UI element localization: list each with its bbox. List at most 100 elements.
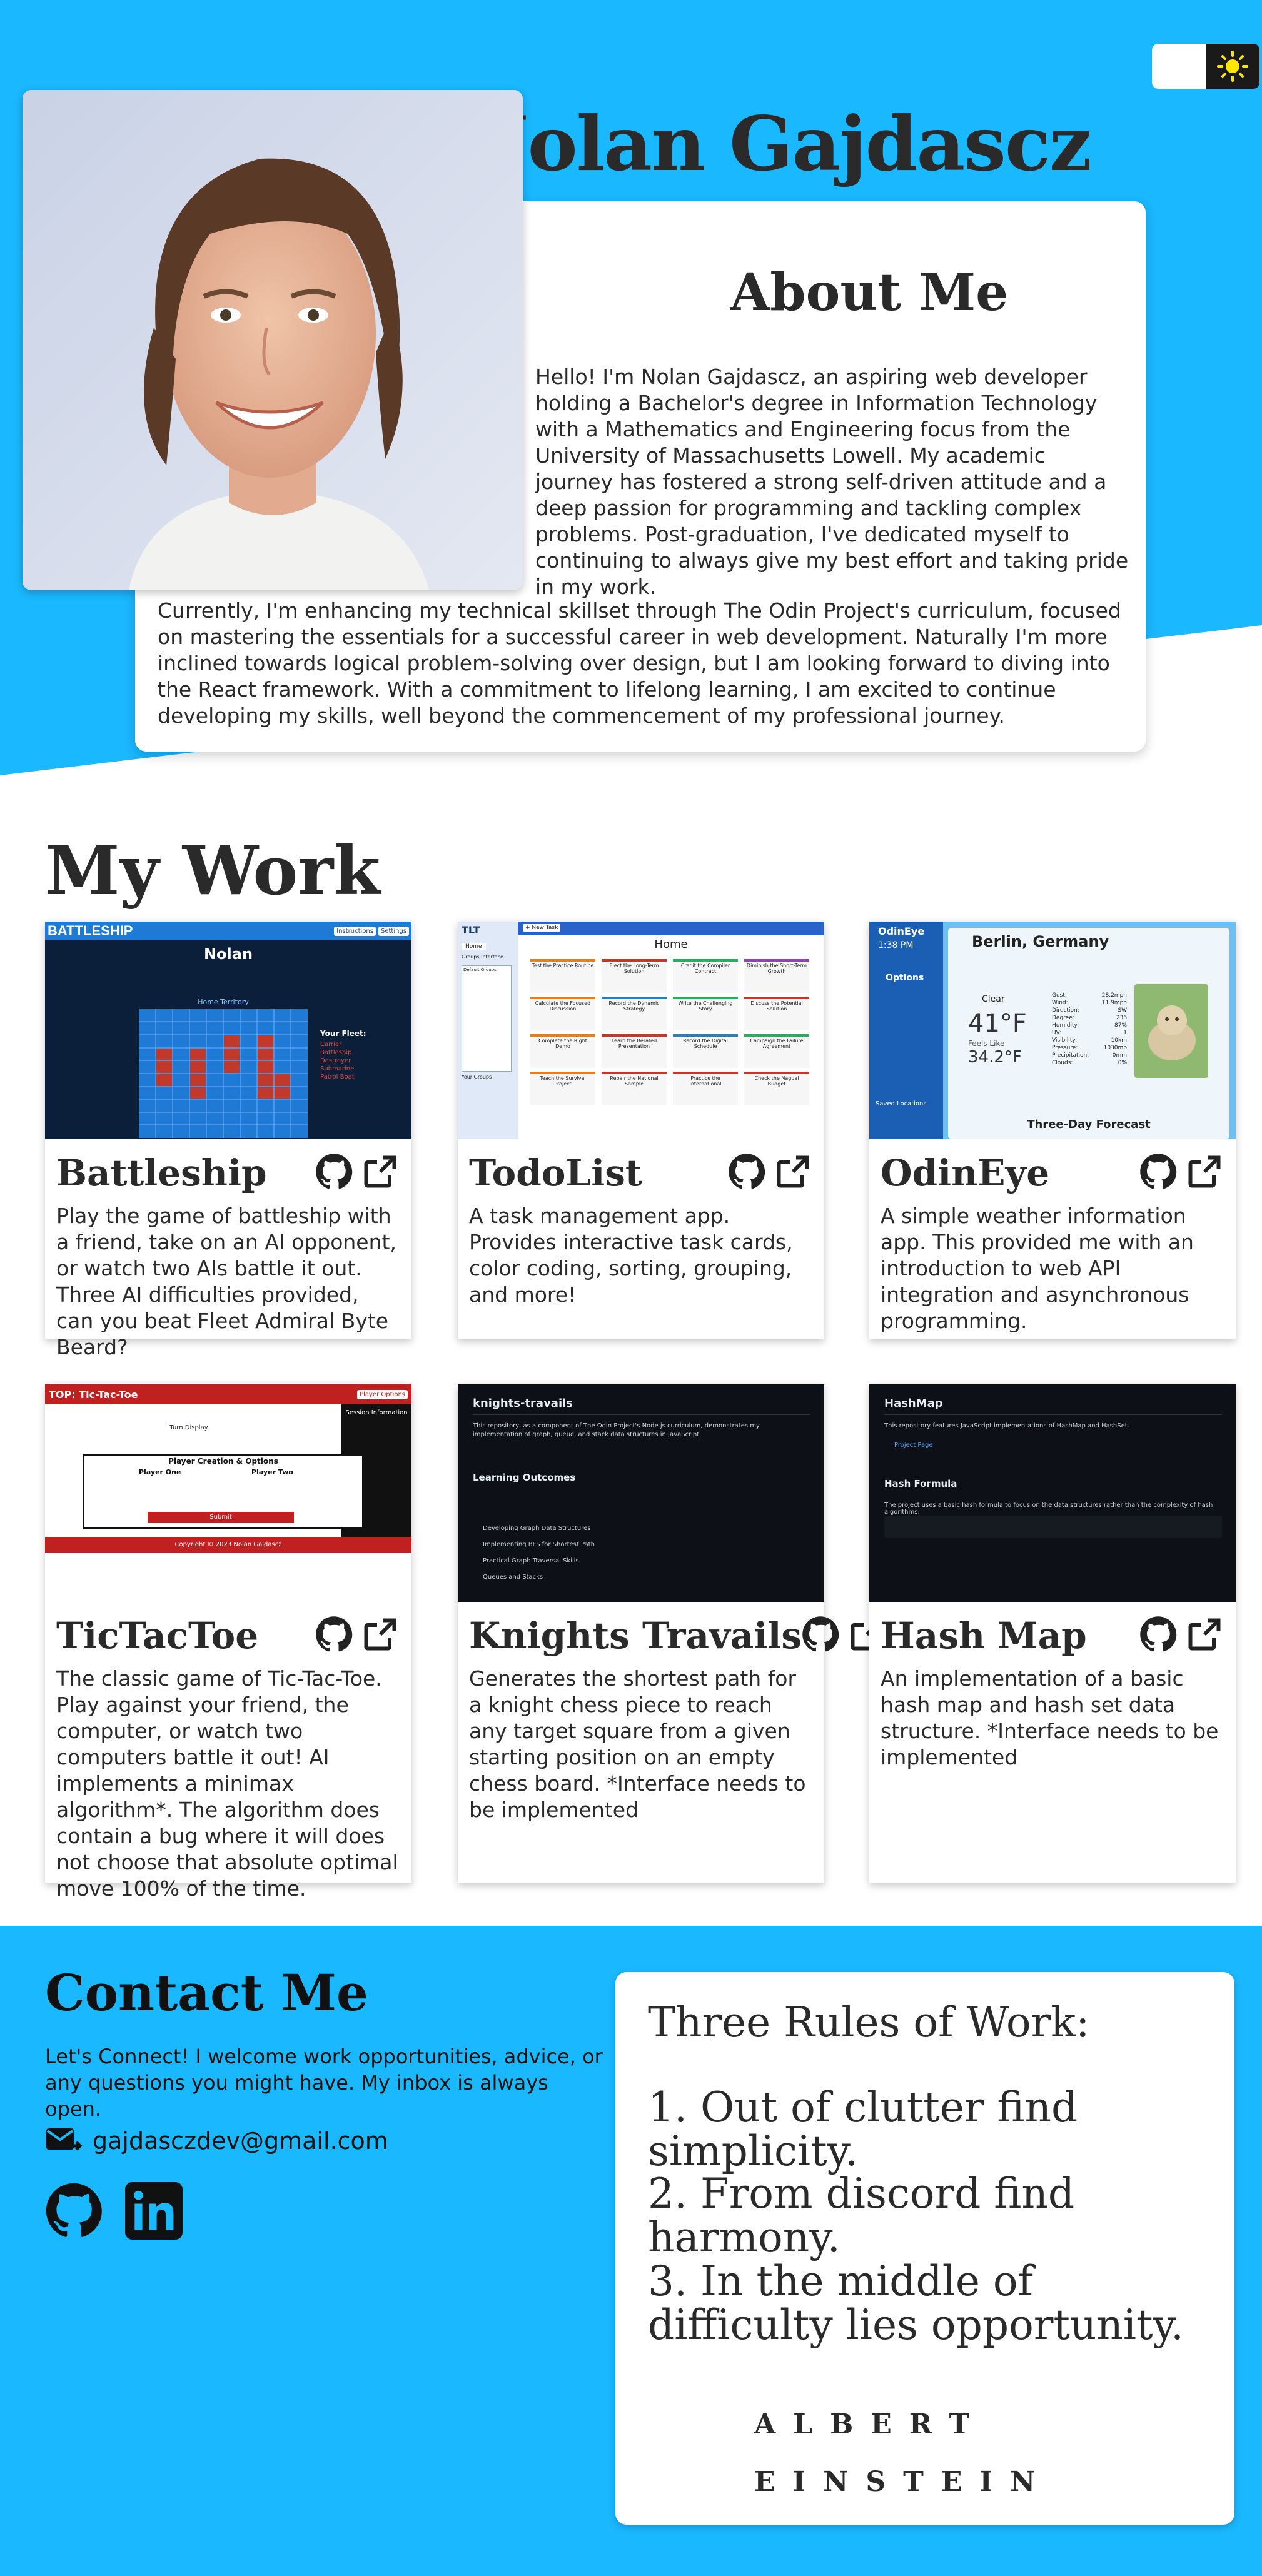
project-description: An implementation of a basic hash map an… xyxy=(881,1666,1219,1769)
battleship-screenshot[interactable]: BATTLESHIP Instructions Settings Nolan H… xyxy=(45,922,411,1139)
project-description: A task management app. Provides interact… xyxy=(469,1204,793,1307)
thumb-hash-formula: Hash Formula xyxy=(884,1478,957,1489)
hash-map-screenshot[interactable]: HashMap This repository features JavaScr… xyxy=(869,1384,1236,1602)
theme-toggle[interactable] xyxy=(1152,44,1259,89)
thumb-forecast: Three-Day Forecast xyxy=(1027,1118,1151,1131)
thumb-turn-display: Turn Display xyxy=(169,1424,208,1431)
stat-value: 236 xyxy=(1116,1015,1127,1021)
thumb-player-name: Nolan xyxy=(203,945,253,963)
project-title: OdinEye xyxy=(881,1152,1050,1194)
thumb-outcome-item: Practical Graph Traversal Skills xyxy=(483,1557,579,1564)
github-icon[interactable] xyxy=(728,1153,765,1193)
thumb-task-card: Repair the National Sample xyxy=(602,1072,667,1105)
thumb-task-card: Campaign the Failure Agreement xyxy=(744,1034,809,1068)
stat-label: Wind: xyxy=(1052,1000,1068,1006)
thumb-outcome-item: Implementing BFS for Shortest Path xyxy=(483,1541,595,1548)
contact-title: Contact Me xyxy=(45,1963,368,2022)
thumb-repo-intro: This repository, as a component of The O… xyxy=(473,1422,760,1438)
project-card-todolist: TLT + New Task Home Home Groups Interfac… xyxy=(458,922,824,1339)
thumb-task-card: Record the Digital Schedule xyxy=(673,1034,738,1068)
about-paragraph-1: Hello! I'm Nolan Gajdascz, an aspiring w… xyxy=(535,365,1129,599)
thumb-task-card: Elect the Long-Term Solution xyxy=(602,959,667,993)
thumb-home-heading: Home xyxy=(654,938,688,951)
contact-text: Let's Connect! I welcome work opportunit… xyxy=(45,2045,603,2121)
stat-value: 1 xyxy=(1123,1030,1127,1036)
stat-label: UV: xyxy=(1052,1030,1062,1036)
stat-label: Pressure: xyxy=(1052,1045,1078,1051)
external-link-icon[interactable] xyxy=(1186,1616,1223,1656)
thumb-default-groups: Default Groups xyxy=(462,965,512,1072)
stat-label: Gust: xyxy=(1052,992,1067,999)
thumb-submit: Submit xyxy=(148,1512,294,1523)
stat-value: 0% xyxy=(1118,1060,1127,1066)
profile-photo xyxy=(23,90,523,590)
project-description: The classic game of Tic-Tac-Toe. Play ag… xyxy=(56,1666,398,1901)
github-icon[interactable] xyxy=(45,2182,103,2242)
site-title: Nolan Gajdascz xyxy=(460,100,1092,188)
thumb-fleet-item: Carrier xyxy=(320,1041,342,1048)
github-icon[interactable] xyxy=(315,1153,353,1193)
knights-travails-screenshot[interactable]: knights-travails This repository, as a c… xyxy=(458,1384,824,1602)
github-icon[interactable] xyxy=(1139,1153,1177,1193)
stat-value: 28.2mph xyxy=(1101,992,1127,999)
thumb-condition: Clear xyxy=(982,994,1005,1004)
thumb-feels-value: 34.2°F xyxy=(968,1048,1022,1067)
thumb-time: 1:38 PM xyxy=(878,940,914,950)
thumb-task-card: Test the Practice Routine xyxy=(530,959,595,993)
thumb-ttt-title: TOP: Tic-Tac-Toe xyxy=(49,1388,138,1401)
tictactoe-screenshot[interactable]: TOP: Tic-Tac-Toe Player Options Session … xyxy=(45,1384,411,1602)
thumb-outcome-item: Queues and Stacks xyxy=(483,1574,543,1581)
stat-value: 11.9mph xyxy=(1101,1000,1127,1006)
linkedin-icon[interactable] xyxy=(125,2182,183,2242)
external-link-icon[interactable] xyxy=(361,1616,399,1656)
external-link-icon[interactable] xyxy=(1186,1153,1223,1193)
battleship-grid xyxy=(139,1009,308,1138)
external-link-icon[interactable] xyxy=(361,1153,399,1193)
contact-email[interactable]: gajdasczdev@gmail.com xyxy=(93,2127,388,2155)
thumb-task-card: Teach the Survival Project xyxy=(530,1072,595,1105)
thumb-new-task: + New Task xyxy=(523,924,561,932)
thumb-app-name: OdinEye xyxy=(878,925,925,937)
thumb-task-card: Record the Dynamic Strategy xyxy=(602,997,667,1030)
rules-heading: Three Rules of Work: xyxy=(648,1998,1090,2046)
thumb-groups-label: Groups Interface xyxy=(462,954,503,960)
thumb-task-card: Complete the Right Demo xyxy=(530,1034,595,1068)
contact-email-row[interactable]: gajdasczdev@gmail.com xyxy=(45,2125,388,2157)
thumb-options: Options xyxy=(886,973,924,983)
odineye-screenshot[interactable]: OdinEye 1:38 PM Options Saved Locations … xyxy=(869,922,1236,1139)
thumb-feels-label: Feels Like xyxy=(968,1039,1005,1048)
stat-label: Degree: xyxy=(1052,1015,1074,1021)
rule-item: 3. In the middle of difficulty lies oppo… xyxy=(648,2257,1184,2349)
external-link-icon[interactable] xyxy=(774,1153,812,1193)
thumb-project-page: Project Page xyxy=(894,1442,933,1449)
thumb-task-card: Diminish the Short-Term Growth xyxy=(744,959,809,993)
project-title: Knights Travails xyxy=(469,1614,802,1657)
thumb-repo-title: knights-travails xyxy=(473,1397,573,1410)
thumb-session-info: Session Information xyxy=(345,1409,408,1416)
dog-gif-image xyxy=(1134,984,1208,1078)
thumb-task-card: Check the Nagual Budget xyxy=(744,1072,809,1105)
sun-icon xyxy=(1206,44,1259,89)
todolist-screenshot[interactable]: TLT + New Task Home Home Groups Interfac… xyxy=(458,922,824,1139)
thumb-side-home: Home xyxy=(462,943,486,950)
project-title: TodoList xyxy=(469,1152,642,1194)
thumb-territory-label: Home Territory xyxy=(198,998,249,1006)
github-icon[interactable] xyxy=(1139,1616,1177,1656)
thumb-task-card: Learn the Berated Presentation xyxy=(602,1034,667,1068)
github-icon[interactable] xyxy=(802,1616,839,1656)
stat-label: Precipitation: xyxy=(1052,1052,1089,1059)
my-work-title: My Work xyxy=(45,832,381,910)
thumb-task-card: Practice the International xyxy=(673,1072,738,1105)
project-description: Play the game of battleship with a frien… xyxy=(56,1204,396,1359)
thumb-player-options: Player Options xyxy=(357,1389,408,1399)
stat-value: 87% xyxy=(1114,1022,1127,1029)
thumb-task-card: Credit the Compiler Contract xyxy=(673,959,738,993)
project-card-knights-travails: knights-travails This repository, as a c… xyxy=(458,1384,883,1883)
thumb-app-title: BATTLESHIP xyxy=(48,923,133,938)
github-icon[interactable] xyxy=(315,1616,353,1656)
stat-value: 0mm xyxy=(1112,1052,1127,1059)
thumb-saved-locations: Saved Locations xyxy=(876,1100,927,1107)
thumb-fleet-item: Destroyer xyxy=(320,1057,351,1064)
rule-item: 2. From discord find harmony. xyxy=(648,2170,1075,2262)
project-card-tictactoe: TOP: Tic-Tac-Toe Player Options Session … xyxy=(45,1384,411,1901)
